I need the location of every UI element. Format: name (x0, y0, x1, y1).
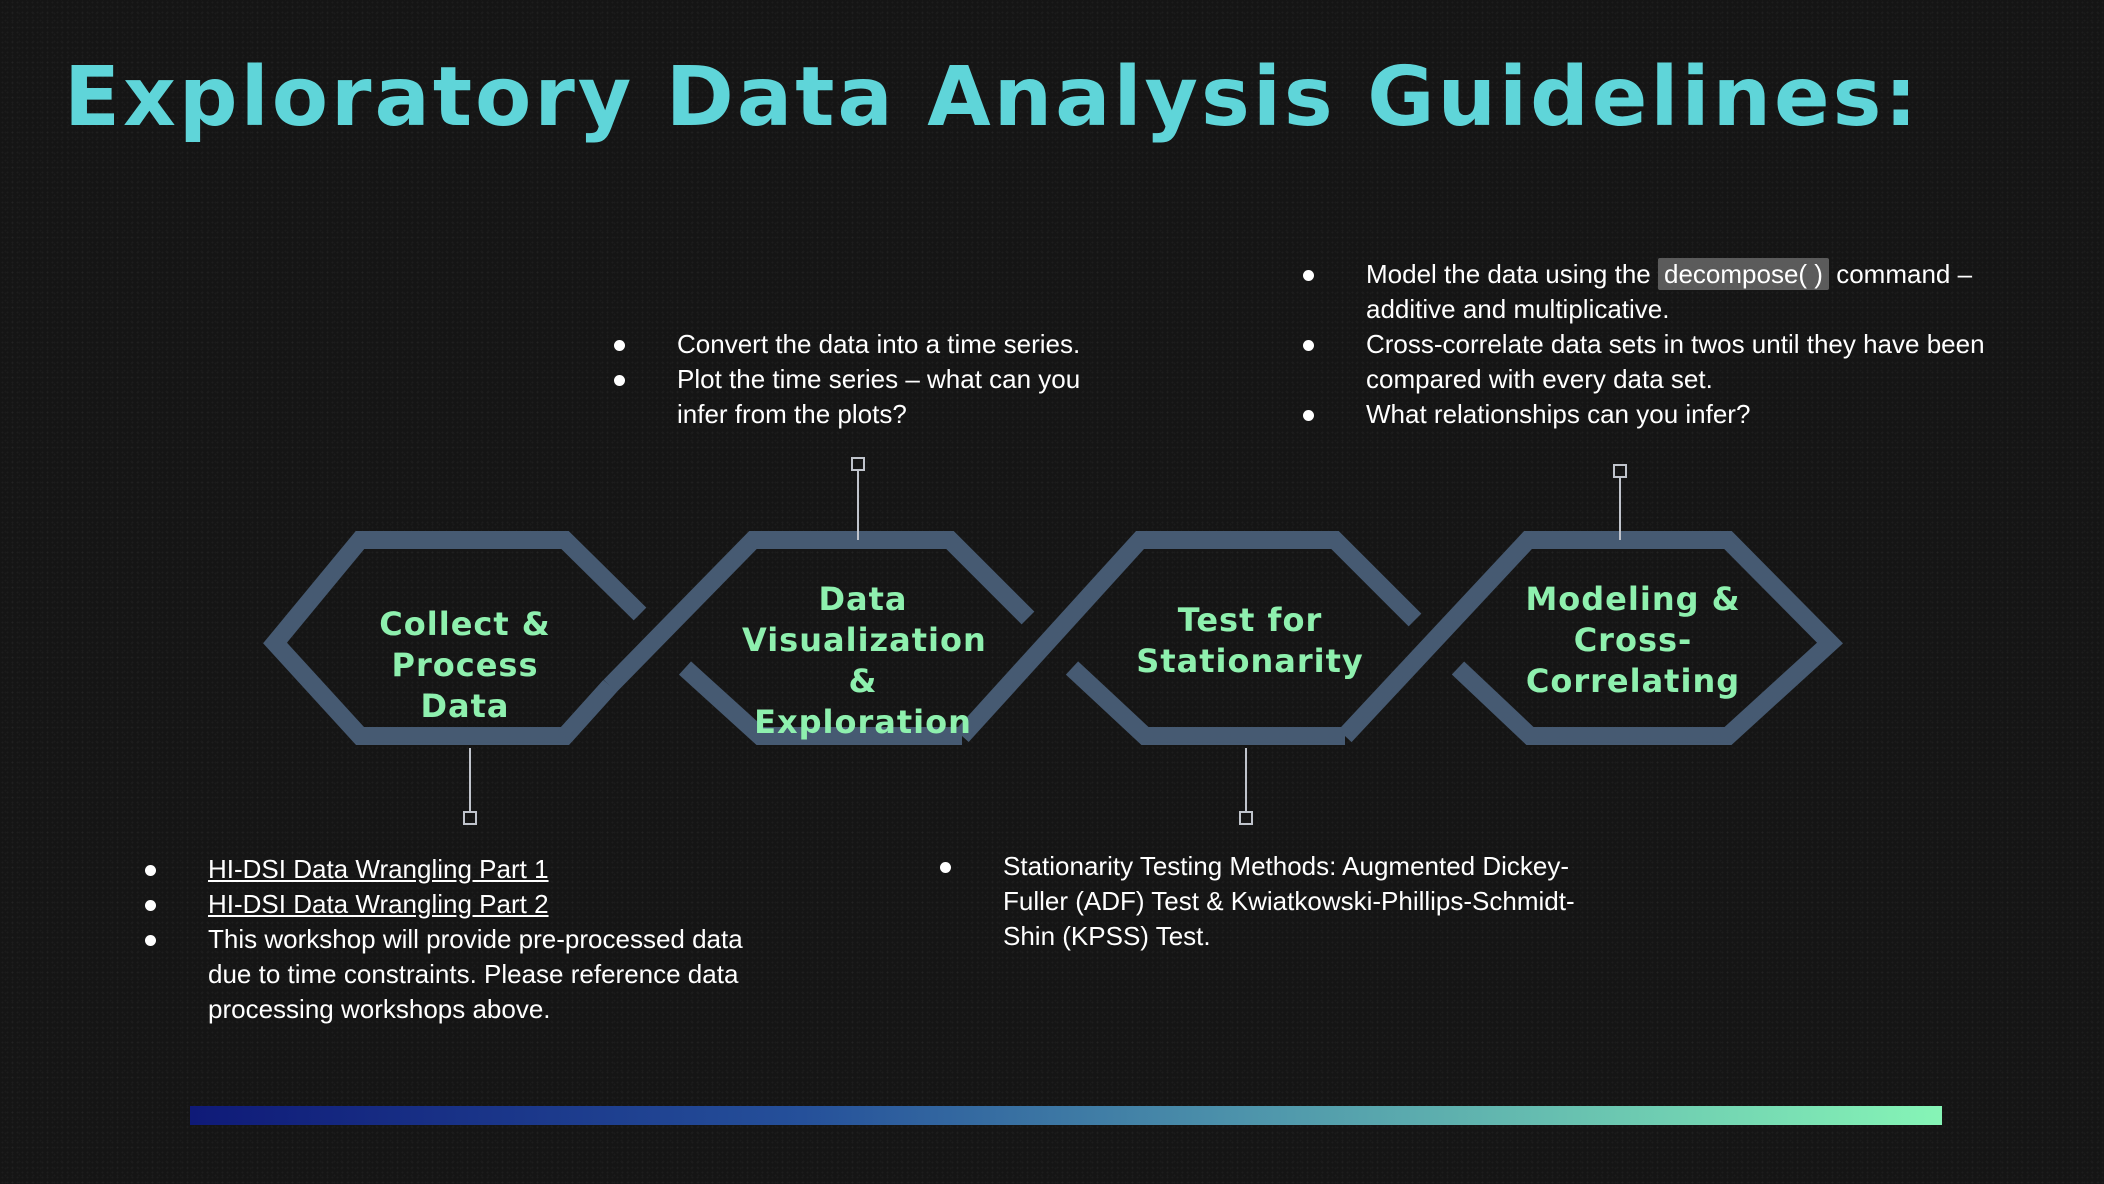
list-item: Plot the time series – what can you infe… (607, 362, 1127, 432)
list-item: This workshop will provide pre-processed… (138, 922, 788, 1027)
stage-label-modeling: Modeling & Cross- Correlating (1513, 579, 1753, 702)
link-data-wrangling-part-2[interactable]: HI-DSI Data Wrangling Part 2 (208, 889, 549, 919)
notes-modeling: Model the data using the decompose( ) co… (1296, 257, 1996, 432)
stage-label-line: Cross- (1573, 621, 1693, 659)
gradient-footer-bar (190, 1106, 1942, 1125)
connector-node-modeling (1613, 464, 1627, 478)
stage-label-visualization: Data Visualization & Exploration (742, 579, 987, 743)
list-item: Model the data using the decompose( ) co… (1296, 257, 1996, 327)
connector-node-collect (463, 811, 477, 825)
notes-visualization: Convert the data into a time series. Plo… (607, 327, 1127, 432)
connector-node-visualization (851, 457, 865, 471)
link-data-wrangling-part-1[interactable]: HI-DSI Data Wrangling Part 1 (208, 854, 549, 884)
list-item: HI-DSI Data Wrangling Part 2 (138, 887, 788, 922)
notes-collect: HI-DSI Data Wrangling Part 1 HI-DSI Data… (138, 852, 788, 1027)
stage-label-collect: Collect & Process Data (345, 604, 585, 727)
stage-label-line: Correlating (1525, 662, 1741, 700)
stage-label-stationarity: Test for Stationarity (1130, 600, 1370, 682)
stage-label-line: Data (818, 580, 908, 618)
stage-label-line: Test for (1177, 601, 1323, 639)
stage-label-line: Exploration (754, 703, 972, 741)
stage-label-line: Collect & (379, 605, 551, 643)
stage-label-line: Process Data (391, 646, 539, 725)
list-item: Cross-correlate data sets in twos until … (1296, 327, 1996, 397)
list-item: What relationships can you infer? (1296, 397, 1996, 432)
list-item: Stationarity Testing Methods: Augmented … (933, 849, 1603, 954)
notes-stationarity: Stationarity Testing Methods: Augmented … (933, 849, 1603, 954)
code-snippet: decompose( ) (1658, 258, 1829, 290)
list-item: HI-DSI Data Wrangling Part 1 (138, 852, 788, 887)
list-item: Convert the data into a time series. (607, 327, 1127, 362)
stage-label-line: Modeling & (1525, 580, 1741, 618)
connector-node-stationarity (1239, 811, 1253, 825)
note-text: Model the data using the (1366, 259, 1651, 289)
stage-label-line: Visualization & (742, 621, 987, 700)
stage-label-line: Stationarity (1136, 642, 1364, 680)
